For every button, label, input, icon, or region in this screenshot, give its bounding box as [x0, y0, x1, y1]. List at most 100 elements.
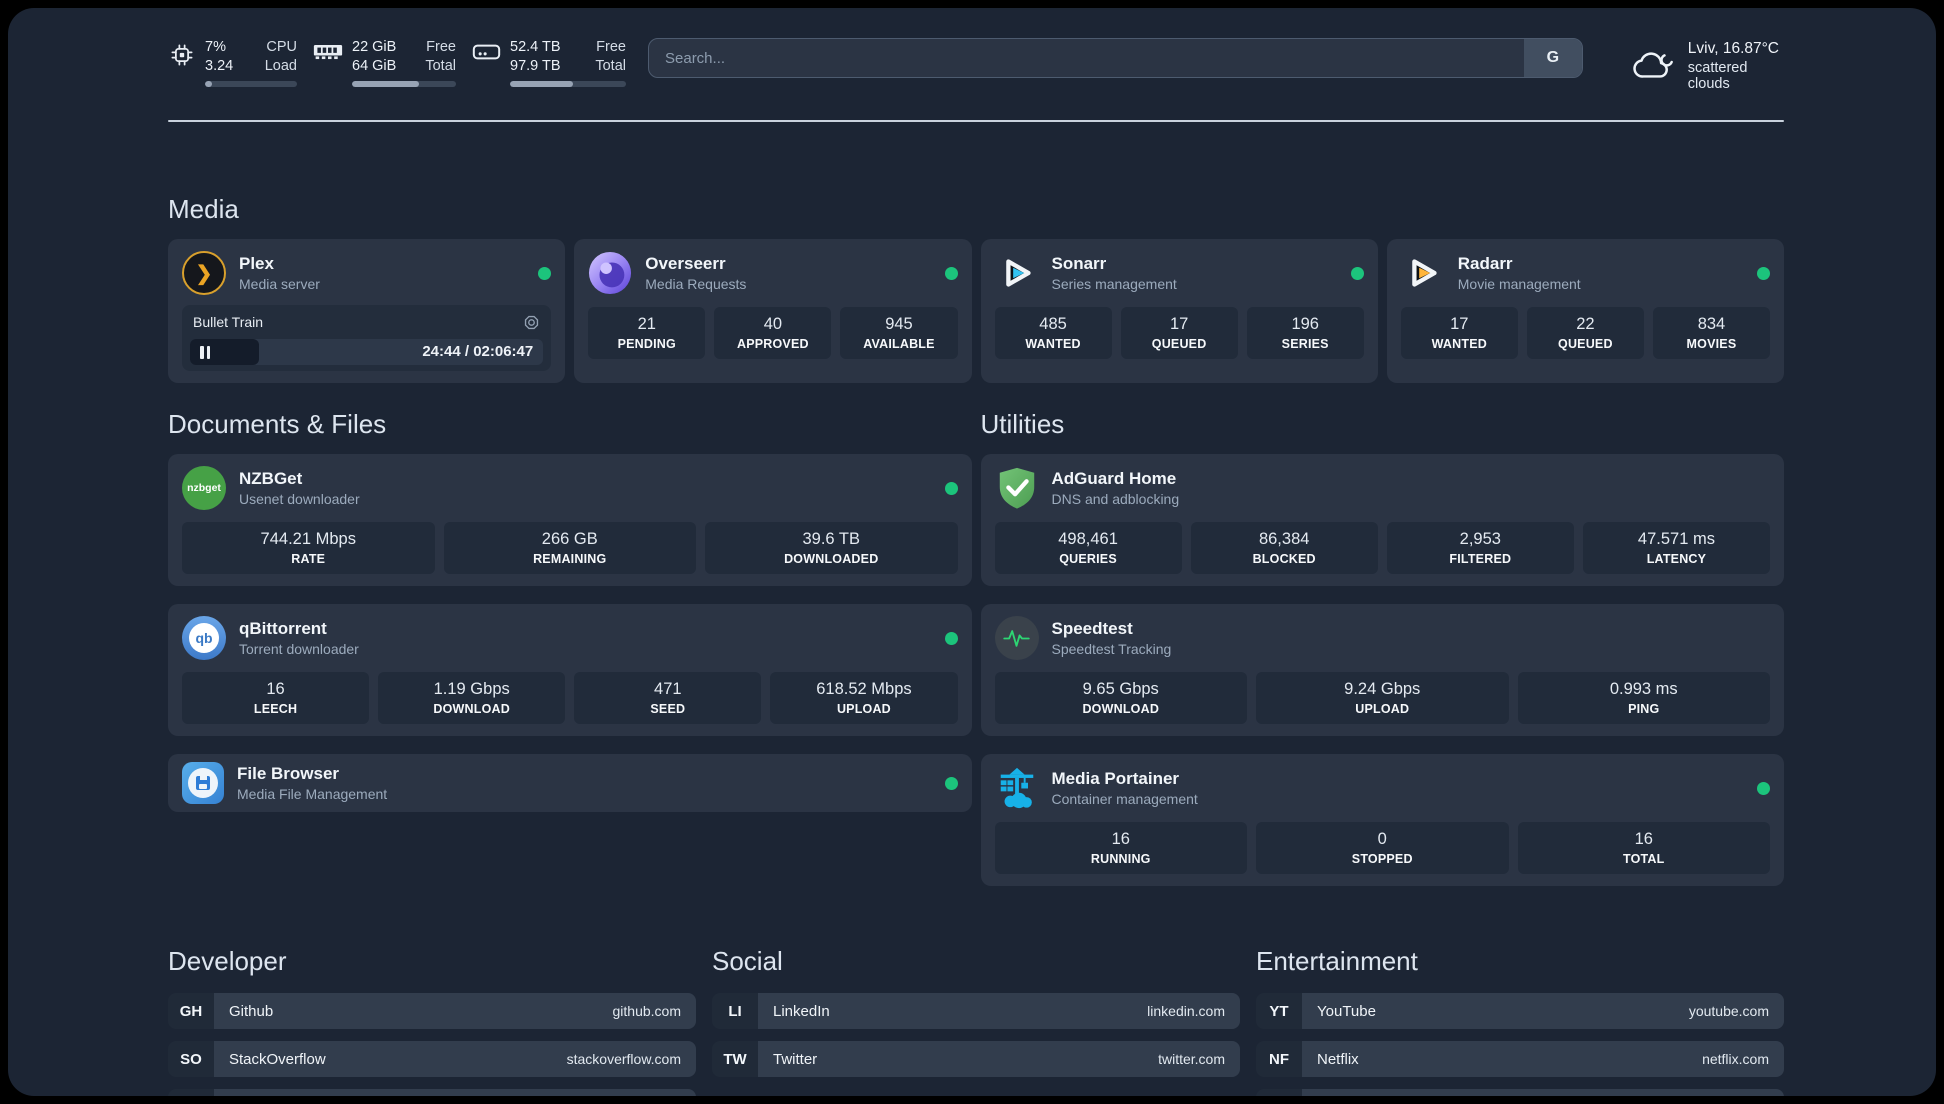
cpu-progress-bar [205, 80, 297, 87]
stat-box: 0.993 ms PING [1517, 672, 1770, 724]
bookmark-dev[interactable]: DT DEV dev.to [168, 1089, 696, 1096]
bookmark-url: linkedin.com [1147, 1003, 1225, 1019]
service-name: Speedtest [1051, 619, 1133, 638]
service-name: File Browser [237, 764, 340, 783]
stat-label: DOWNLOADED [784, 552, 879, 566]
dashboard: 7% 3.24 CPU Load 22 GiB 64 GiB Free Tota… [8, 8, 1936, 1096]
stat-box: 1.19 Gbps DOWNLOAD [378, 672, 566, 724]
cpu-widget: 7% 3.24 CPU Load [168, 38, 297, 87]
bookmark-abbr: TW [712, 1041, 758, 1077]
stat-box: 9.65 Gbps DOWNLOAD [994, 672, 1247, 724]
service-description: Media server [239, 276, 320, 292]
service-card-adguard[interactable]: AdGuard Home DNS and adblocking 498,461 … [980, 454, 1784, 586]
stat-value: 0 [1377, 830, 1387, 848]
stat-label: QUEUED [1558, 337, 1613, 351]
status-dot [944, 266, 958, 280]
bookmark-linkedin[interactable]: LI LinkedIn linkedin.com [712, 993, 1240, 1029]
disk-total-value: 97.9 TB [510, 57, 561, 74]
service-card-speedtest[interactable]: Speedtest Speedtest Tracking 9.65 Gbps D… [980, 604, 1784, 736]
stat-box: 47.571 ms LATENCY [1582, 522, 1770, 574]
stat-value: 16 [1111, 830, 1130, 848]
plex-now-playing: Bullet Train 24:44 / 02:06:47 [182, 305, 552, 371]
service-card-overseerr[interactable]: Overseerr Media Requests 21 PENDING 40 A… [574, 239, 972, 383]
search-engine-button[interactable]: G [1523, 39, 1582, 77]
stat-box: 9.24 Gbps UPLOAD [1256, 672, 1509, 724]
stat-box: 471 SEED [574, 672, 762, 724]
resource-widgets: 7% 3.24 CPU Load 22 GiB 64 GiB Free Tota… [168, 38, 626, 87]
disk-widget: 52.4 TB 97.9 TB Free Total [472, 38, 626, 87]
search-input[interactable] [649, 39, 1524, 77]
stat-label: UPLOAD [1355, 702, 1410, 716]
load-label: Load [264, 57, 297, 74]
session-settings-icon [523, 314, 540, 331]
status-dot [1757, 266, 1770, 280]
service-card-radarr[interactable]: Radarr Movie management 17 WANTED 22 QUE… [1386, 239, 1784, 383]
stat-box: 16 RUNNING [994, 822, 1247, 874]
memory-icon [313, 38, 343, 87]
service-card-plex[interactable]: ❯ Plex Media server Bullet Train 24:44 /… [168, 239, 566, 383]
status-dot [1757, 781, 1770, 795]
filebrowser-icon [182, 762, 224, 804]
stat-value: 9.65 Gbps [1082, 680, 1159, 698]
bookmark-url: netflix.com [1702, 1051, 1769, 1067]
bookmark-abbr: GH [168, 993, 214, 1029]
stat-label: RATE [291, 552, 326, 566]
service-description: Series management [1051, 276, 1177, 292]
stat-label: PENDING [617, 337, 676, 351]
service-name: NZBGet [239, 469, 303, 488]
status-dot [944, 776, 958, 790]
bookmark-url: youtube.com [1688, 1003, 1769, 1019]
bookmark-abbr: SO [168, 1041, 214, 1077]
bookmark-netflix[interactable]: NF Netflix netflix.com [1256, 1041, 1784, 1077]
memory-total-label: Total [425, 57, 456, 74]
stat-box: 17 QUEUED [1120, 307, 1238, 359]
weather-location: Lviv, 16.87°C [1687, 40, 1780, 57]
service-description: DNS and adblocking [1051, 491, 1180, 507]
service-description: Torrent downloader [239, 641, 359, 657]
plex-icon: ❯ [182, 251, 226, 295]
service-name: Radarr [1457, 254, 1513, 273]
bookmark-name: YouTube [1317, 1002, 1376, 1020]
bookmark-abbr: LI [712, 993, 758, 1029]
stat-value: 17 [1169, 315, 1189, 333]
service-card-sonarr[interactable]: Sonarr Series management 485 WANTED 17 Q… [980, 239, 1378, 383]
header-divider [168, 120, 1784, 122]
service-name: Media Portainer [1051, 769, 1180, 788]
stat-value: 22 [1576, 315, 1595, 333]
portainer-icon [995, 766, 1039, 810]
playback-time: 24:44 / 02:06:47 [422, 343, 534, 360]
stat-box: 0 STOPPED [1256, 822, 1509, 874]
section-title-documents: Documents & Files [168, 409, 387, 439]
stat-label: LATENCY [1646, 552, 1707, 566]
stat-box: 485 WANTED [994, 307, 1112, 359]
stat-box: 39.6 TB DOWNLOADED [705, 522, 958, 574]
service-card-qbittorrent[interactable]: qb qBittorrent Torrent downloader 16 LEE… [168, 604, 972, 736]
stat-value: 1.19 Gbps [433, 680, 510, 698]
stat-label: TOTAL [1622, 852, 1665, 866]
bookmark-abbr: RE [1256, 1089, 1302, 1096]
bookmark-twitter[interactable]: TW Twitter twitter.com [712, 1041, 1240, 1077]
stat-value: 485 [1039, 315, 1067, 333]
disk-total-label: Total [595, 57, 626, 74]
stat-box: 86,384 BLOCKED [1190, 522, 1378, 574]
bookmark-youtube[interactable]: YT YouTube youtube.com [1256, 993, 1784, 1029]
stat-box: 945 AVAILABLE [840, 307, 958, 359]
service-card-portainer[interactable]: Media Portainer Container management 16 … [980, 754, 1784, 886]
stat-label: BLOCKED [1252, 552, 1316, 566]
service-card-nzbget[interactable]: nzbget NZBGet Usenet downloader 744.21 M… [168, 454, 972, 586]
overseerr-icon [588, 251, 632, 295]
bookmark-name: Github [229, 1002, 274, 1020]
service-card-filebrowser[interactable]: File Browser Media File Management [168, 754, 972, 812]
bookmark-stackoverflow[interactable]: SO StackOverflow stackoverflow.com [168, 1041, 696, 1077]
stat-label: QUEUED [1151, 337, 1207, 351]
pause-icon [200, 345, 210, 359]
section-title-utilities: Utilities [980, 409, 1065, 439]
service-name: Plex [239, 254, 274, 273]
stat-box: 618.52 Mbps UPLOAD [770, 672, 958, 724]
bookmark-reddit[interactable]: RE Reddit reddit.com [1256, 1089, 1784, 1096]
stat-value: 744.21 Mbps [260, 530, 356, 548]
stat-label: STOPPED [1351, 852, 1413, 866]
bookmark-github[interactable]: GH Github github.com [168, 993, 696, 1029]
bookmark-url: twitter.com [1158, 1051, 1225, 1067]
top-bar: 7% 3.24 CPU Load 22 GiB 64 GiB Free Tota… [168, 8, 1784, 92]
